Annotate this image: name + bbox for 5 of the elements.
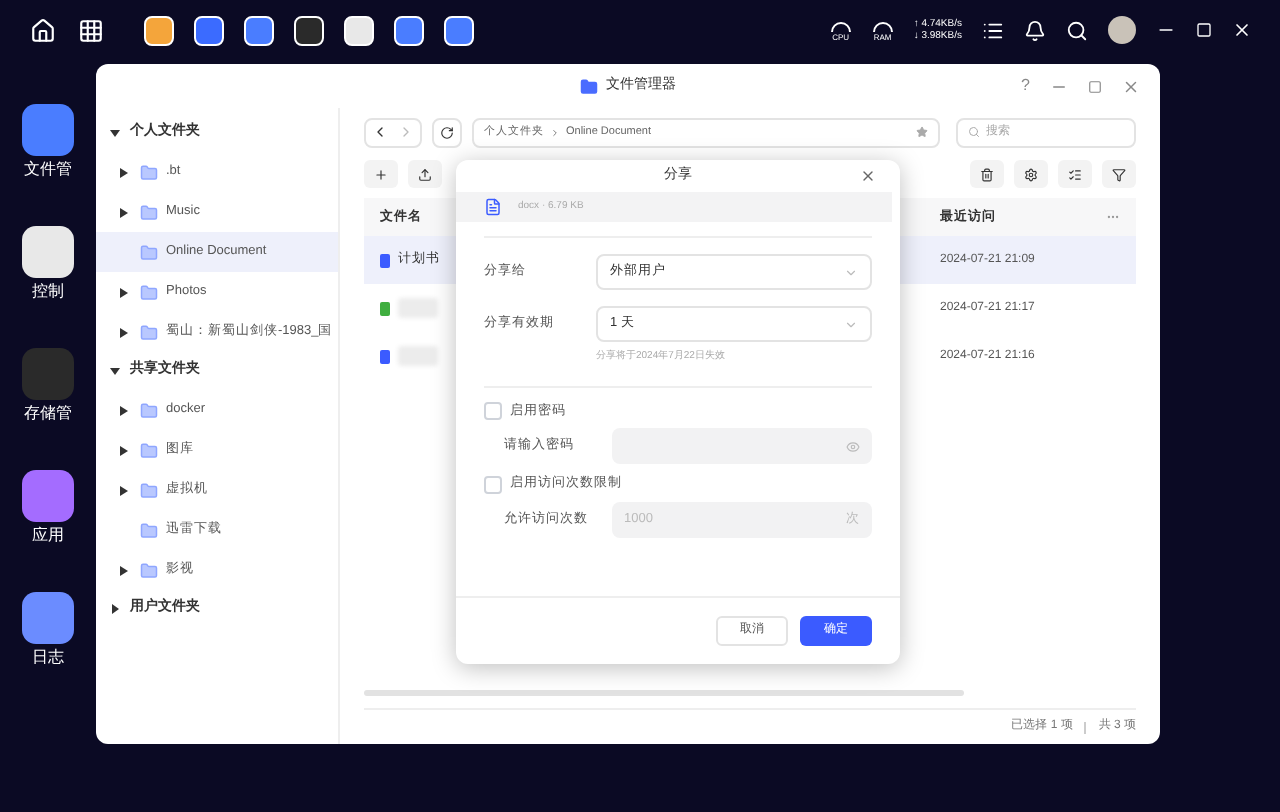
app-label: 文件管 xyxy=(24,162,72,178)
app-label: 存储管 xyxy=(24,406,72,422)
app-label: 控制 xyxy=(32,284,64,300)
app-label: 应用 xyxy=(32,528,64,544)
app-label: 日志 xyxy=(32,650,64,666)
